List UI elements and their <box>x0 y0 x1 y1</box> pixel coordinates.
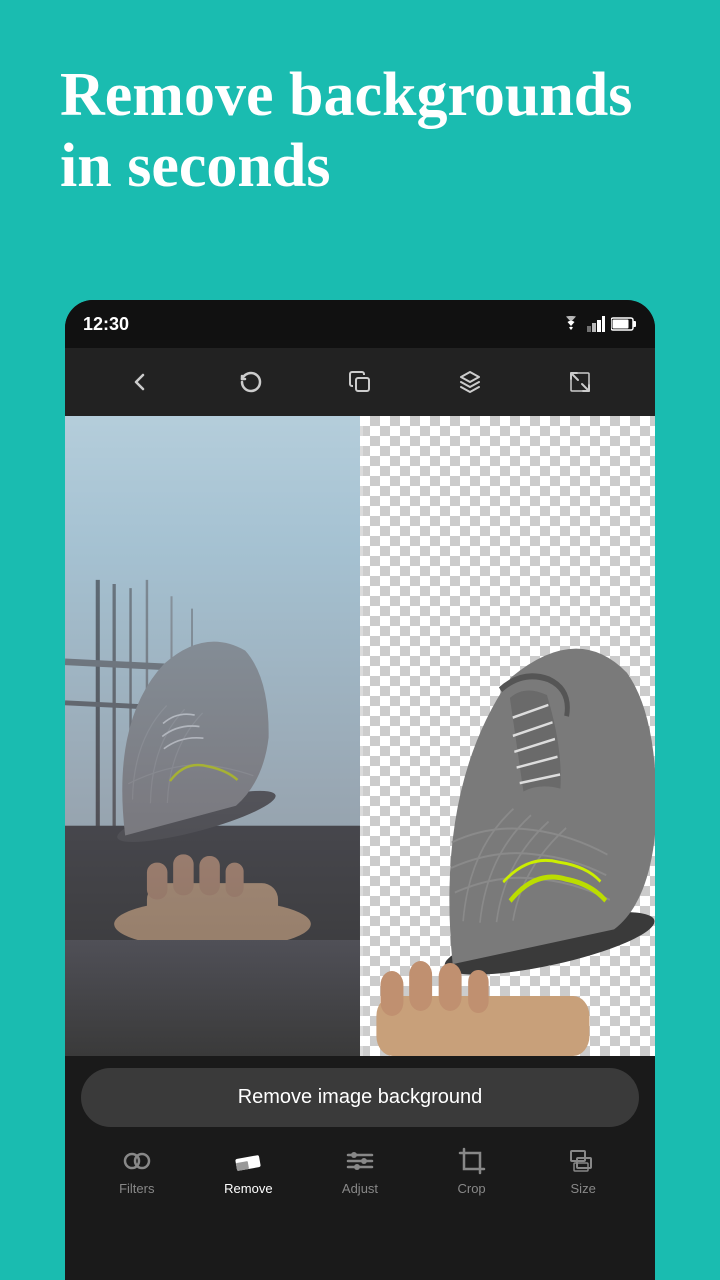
nav-item-adjust[interactable]: Adjust <box>320 1145 400 1196</box>
shoe-cutout <box>360 416 655 1056</box>
removed-background <box>360 416 655 1056</box>
size-label: Size <box>571 1181 596 1196</box>
layers-button[interactable] <box>448 360 492 404</box>
tool-nav-bar: Filters Remove <box>81 1139 639 1200</box>
app-toolbar <box>65 348 655 416</box>
nav-item-remove[interactable]: Remove <box>208 1145 288 1196</box>
filters-icon <box>121 1145 153 1177</box>
hero-heading: Remove backgrounds in seconds <box>60 60 660 203</box>
status-bar: 12:30 <box>65 300 655 348</box>
nav-item-size[interactable]: Size <box>543 1145 623 1196</box>
background-scene <box>65 416 360 940</box>
undo-button[interactable] <box>228 360 272 404</box>
remove-background-button[interactable]: Remove image background <box>81 1068 639 1127</box>
bottom-bar: Remove image background Filters Remove <box>65 1056 655 1212</box>
original-image <box>65 416 360 1056</box>
battery-icon <box>611 317 637 331</box>
wifi-icon <box>561 316 581 332</box>
adjust-icon <box>344 1145 376 1177</box>
crop-label: Crop <box>457 1181 485 1196</box>
remove-label: Remove <box>224 1181 272 1196</box>
filters-label: Filters <box>119 1181 154 1196</box>
signal-icon <box>587 316 605 332</box>
adjust-label: Adjust <box>342 1181 378 1196</box>
status-time: 12:30 <box>83 314 129 335</box>
phone-mockup: 12:30 <box>65 300 655 1280</box>
nav-item-crop[interactable]: Crop <box>432 1145 512 1196</box>
canvas-area <box>65 416 655 1056</box>
hero-line1: Remove backgrounds <box>60 61 632 129</box>
remove-icon <box>232 1145 264 1177</box>
back-button[interactable] <box>118 360 162 404</box>
status-icons <box>561 316 637 332</box>
size-icon <box>567 1145 599 1177</box>
duplicate-button[interactable] <box>338 360 382 404</box>
hero-line2: in seconds <box>60 132 330 200</box>
expand-button[interactable] <box>558 360 602 404</box>
split-divider <box>360 416 363 1056</box>
nav-item-filters[interactable]: Filters <box>97 1145 177 1196</box>
crop-icon <box>456 1145 488 1177</box>
